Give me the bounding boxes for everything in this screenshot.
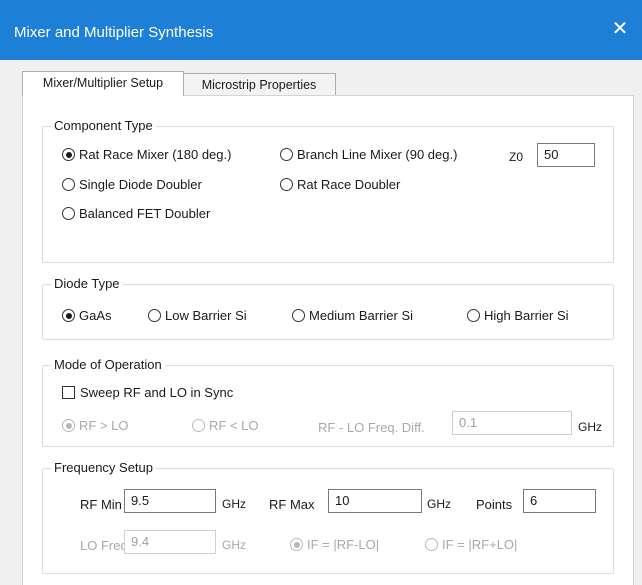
- diode-type-legend: Diode Type: [51, 276, 123, 291]
- radio-rf-gt-lo[interactable]: RF > LO: [62, 418, 129, 433]
- component-type-legend: Component Type: [51, 118, 156, 133]
- radio-label: IF = |RF-LO|: [307, 537, 380, 552]
- sweep-rf-lo-checkbox[interactable]: Sweep RF and LO in Sync: [62, 385, 233, 400]
- radio-high-barrier-si[interactable]: High Barrier Si: [467, 308, 569, 323]
- checkbox[interactable]: [62, 386, 75, 399]
- radio-button[interactable]: [62, 207, 75, 220]
- radio-medium-barrier-si[interactable]: Medium Barrier Si: [292, 308, 413, 323]
- radio-button[interactable]: [467, 309, 480, 322]
- tab-microstrip-properties[interactable]: Microstrip Properties: [182, 73, 336, 96]
- radio-label: High Barrier Si: [484, 308, 569, 323]
- radio-button[interactable]: [280, 178, 293, 191]
- lo-freq-input[interactable]: 9.4: [124, 530, 216, 554]
- radio-button[interactable]: [148, 309, 161, 322]
- window-title: Mixer and Multiplier Synthesis: [14, 24, 214, 41]
- rf-min-input[interactable]: 9.5: [124, 489, 216, 513]
- radio-button[interactable]: [62, 178, 75, 191]
- rf-min-label: RF Min: [80, 497, 122, 512]
- radio-label: IF = |RF+LO|: [442, 537, 518, 552]
- radio-button[interactable]: [280, 148, 293, 161]
- rf-max-input[interactable]: 10: [328, 489, 422, 513]
- radio-label: Medium Barrier Si: [309, 308, 414, 323]
- radio-button[interactable]: [62, 148, 75, 161]
- radio-button[interactable]: [425, 538, 438, 551]
- radio-label: Rat Race Mixer (180 deg.): [79, 147, 232, 162]
- radio-branch-line-mixer[interactable]: Branch Line Mixer (90 deg.): [280, 147, 457, 162]
- rf-max-label: RF Max: [269, 497, 315, 512]
- radio-rf-lt-lo[interactable]: RF < LO: [192, 418, 259, 433]
- radio-if-plus[interactable]: IF = |RF+LO|: [425, 537, 517, 552]
- rf-min-unit: GHz: [222, 497, 246, 511]
- radio-single-diode-doubler[interactable]: Single Diode Doubler: [62, 177, 202, 192]
- frequency-setup-group: [42, 468, 614, 574]
- rf-max-unit: GHz: [427, 497, 451, 511]
- radio-button[interactable]: [62, 309, 75, 322]
- radio-label: Single Diode Doubler: [79, 177, 202, 192]
- close-icon[interactable]: ✕: [608, 16, 632, 42]
- radio-label: Rat Race Doubler: [297, 177, 401, 192]
- radio-label: Branch Line Mixer (90 deg.): [297, 147, 458, 162]
- radio-button[interactable]: [292, 309, 305, 322]
- radio-balanced-fet-doubler[interactable]: Balanced FET Doubler: [62, 206, 210, 221]
- radio-rat-race-mixer[interactable]: Rat Race Mixer (180 deg.): [62, 147, 231, 162]
- radio-button[interactable]: [62, 419, 75, 432]
- radio-button[interactable]: [192, 419, 205, 432]
- points-label: Points: [476, 497, 513, 512]
- checkbox-label: Sweep RF and LO in Sync: [80, 385, 234, 400]
- radio-label: RF < LO: [209, 418, 259, 433]
- radio-label: Balanced FET Doubler: [79, 206, 211, 221]
- tab-mixer-multiplier-setup[interactable]: Mixer/Multiplier Setup: [22, 71, 184, 96]
- radio-label: GaAs: [79, 308, 112, 323]
- z0-label: Z0: [509, 150, 524, 164]
- radio-low-barrier-si[interactable]: Low Barrier Si: [148, 308, 247, 323]
- z0-input[interactable]: 50: [537, 143, 595, 167]
- frequency-setup-legend: Frequency Setup: [51, 460, 157, 475]
- radio-label: Low Barrier Si: [165, 308, 247, 323]
- radio-if-minus[interactable]: IF = |RF-LO|: [290, 537, 379, 552]
- freq-diff-label: RF - LO Freq. Diff.: [318, 420, 425, 435]
- title-bar: Mixer and Multiplier Synthesis ✕: [0, 0, 642, 60]
- lo-freq-unit: GHz: [222, 538, 246, 552]
- radio-gaas[interactable]: GaAs: [62, 308, 112, 323]
- points-input[interactable]: 6: [523, 489, 596, 513]
- freq-diff-unit: GHz: [578, 420, 602, 434]
- radio-rat-race-doubler[interactable]: Rat Race Doubler: [280, 177, 400, 192]
- radio-button[interactable]: [290, 538, 303, 551]
- freq-diff-input[interactable]: 0.1: [452, 411, 572, 435]
- radio-label: RF > LO: [79, 418, 129, 433]
- mode-of-operation-legend: Mode of Operation: [51, 357, 165, 372]
